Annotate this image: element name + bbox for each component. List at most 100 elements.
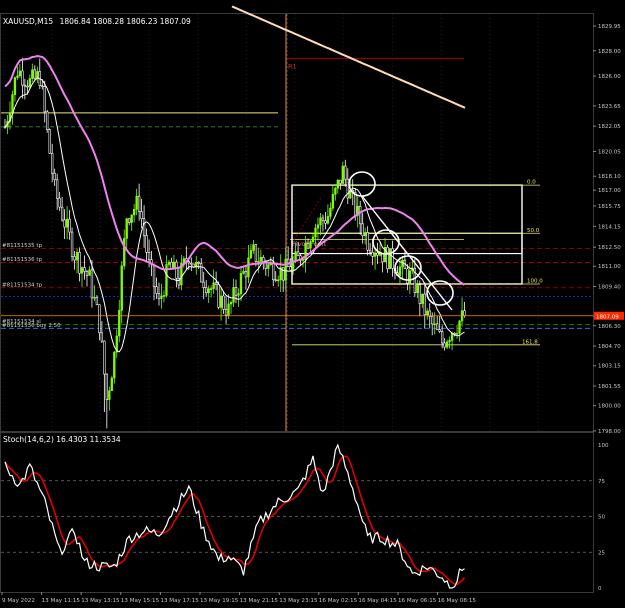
candle-body	[416, 284, 419, 293]
stoch-signal-line	[4, 455, 466, 586]
time-tick-label: 13 May 19:15	[200, 598, 239, 604]
candle-body	[80, 267, 84, 274]
candle-body	[440, 331, 444, 344]
candle-body	[120, 265, 123, 311]
candle-body	[371, 252, 374, 257]
price-tick-label: 1809.40	[598, 285, 621, 291]
candle-body	[431, 316, 434, 325]
candle-body	[329, 207, 332, 217]
candle-body	[23, 84, 27, 87]
candle-body	[113, 351, 116, 379]
fib-box-inner	[291, 232, 523, 255]
stoch-tick-label: 75	[598, 479, 605, 485]
candle-body	[326, 216, 330, 224]
candle-body	[75, 252, 79, 261]
time-axis: 9 May 2022 13 May 11:15 13 May 13:15 13 May…	[1, 592, 476, 604]
candle-body	[108, 390, 111, 400]
candle-body	[373, 252, 377, 257]
candle-body	[205, 287, 208, 294]
candle-body	[455, 332, 459, 335]
candle-body	[463, 310, 466, 316]
candle-body	[202, 281, 205, 288]
candle-body	[242, 271, 245, 274]
candle-body	[43, 86, 46, 113]
candle-body	[53, 172, 56, 181]
candle-body	[232, 287, 235, 303]
price-tick-label: 1811.00	[598, 264, 621, 270]
candle-body	[284, 258, 287, 281]
time-tick-label: 13 May 15:15	[121, 598, 160, 604]
candle-body	[78, 252, 81, 274]
candle-body	[450, 332, 454, 341]
trading-chart-window: #81151535 tp #81151536 tp #81151534 tp #811…	[0, 0, 625, 608]
candle-body	[170, 261, 173, 270]
candle-body	[209, 288, 213, 290]
candle-body	[212, 282, 215, 289]
candle-body	[438, 329, 441, 332]
symbol-title: XAUUSD,M15 1806.84 1808.28 1806.23 1807.…	[3, 17, 191, 26]
candle-body	[207, 288, 210, 294]
r1-label: R1	[288, 63, 297, 71]
candle-body	[13, 77, 17, 95]
candle-body	[90, 269, 94, 299]
candle-body	[254, 244, 258, 262]
candle-body	[436, 323, 439, 330]
candle-body	[73, 256, 76, 261]
candle-body	[289, 266, 292, 271]
price-tick-label: 1804.70	[598, 344, 621, 350]
candle-body	[33, 69, 36, 79]
candle-body	[36, 71, 39, 79]
order-line-label: #81151536 tp	[2, 257, 43, 263]
candle-body	[448, 340, 451, 343]
candle-body	[31, 69, 34, 79]
candle-body	[93, 297, 96, 299]
candle-body	[458, 320, 461, 334]
candle-body	[227, 303, 230, 316]
candle-body	[331, 194, 335, 209]
candle-body	[85, 271, 89, 276]
candle-body	[167, 261, 171, 265]
candle-body	[229, 302, 233, 305]
candle-body	[252, 244, 255, 251]
price-tick-label: 1820.05	[598, 150, 621, 156]
stochastic-oscillator: 100 75 50 25 0	[1, 443, 609, 592]
price-tick-label: 1828.00	[598, 49, 621, 55]
candle-body	[319, 217, 322, 226]
fib-level-label: 0.0	[527, 180, 536, 186]
candle-body	[217, 284, 220, 308]
price-tick-label: 1814.15	[598, 224, 621, 230]
candle-body	[11, 94, 14, 114]
order-line-label: #81151536 buy 2.50	[2, 323, 61, 329]
fib-level-label: 161.8	[522, 339, 538, 345]
candle-body	[259, 256, 263, 262]
candle-body	[309, 241, 312, 249]
candle-body	[140, 211, 143, 220]
candle-body	[83, 267, 86, 272]
price-tick-label: 1812.50	[598, 245, 621, 251]
price-chart-svg[interactable]: #81151535 tp #81151536 tp #81151534 tp #811…	[0, 0, 625, 608]
candle-body	[197, 262, 200, 264]
stoch-tick-label: 50	[598, 515, 605, 521]
candle-body	[162, 295, 166, 297]
candle-body	[190, 262, 193, 265]
candle-body	[443, 342, 446, 348]
candle-body	[125, 218, 128, 239]
candle-body	[418, 284, 421, 304]
candle-body	[368, 249, 372, 253]
price-tick-label: 1823.65	[598, 104, 621, 110]
candle-body	[321, 217, 325, 221]
time-tick-label: 16 May 04:15	[358, 598, 397, 604]
candle-body	[63, 219, 66, 228]
fib-level-label: 50.0	[527, 228, 540, 234]
candle-body	[421, 293, 424, 304]
candle-body	[200, 263, 203, 283]
candle-body	[157, 293, 161, 299]
candle-body	[249, 250, 253, 259]
candle-body	[214, 282, 218, 285]
stoch-tick-label: 25	[598, 550, 605, 556]
candle-body	[257, 260, 260, 263]
chart-symbol: XAUUSD,M15	[3, 17, 53, 26]
candle-body	[46, 111, 49, 130]
time-tick-label: 13 May 17:15	[160, 598, 199, 604]
candle-body	[324, 220, 327, 224]
